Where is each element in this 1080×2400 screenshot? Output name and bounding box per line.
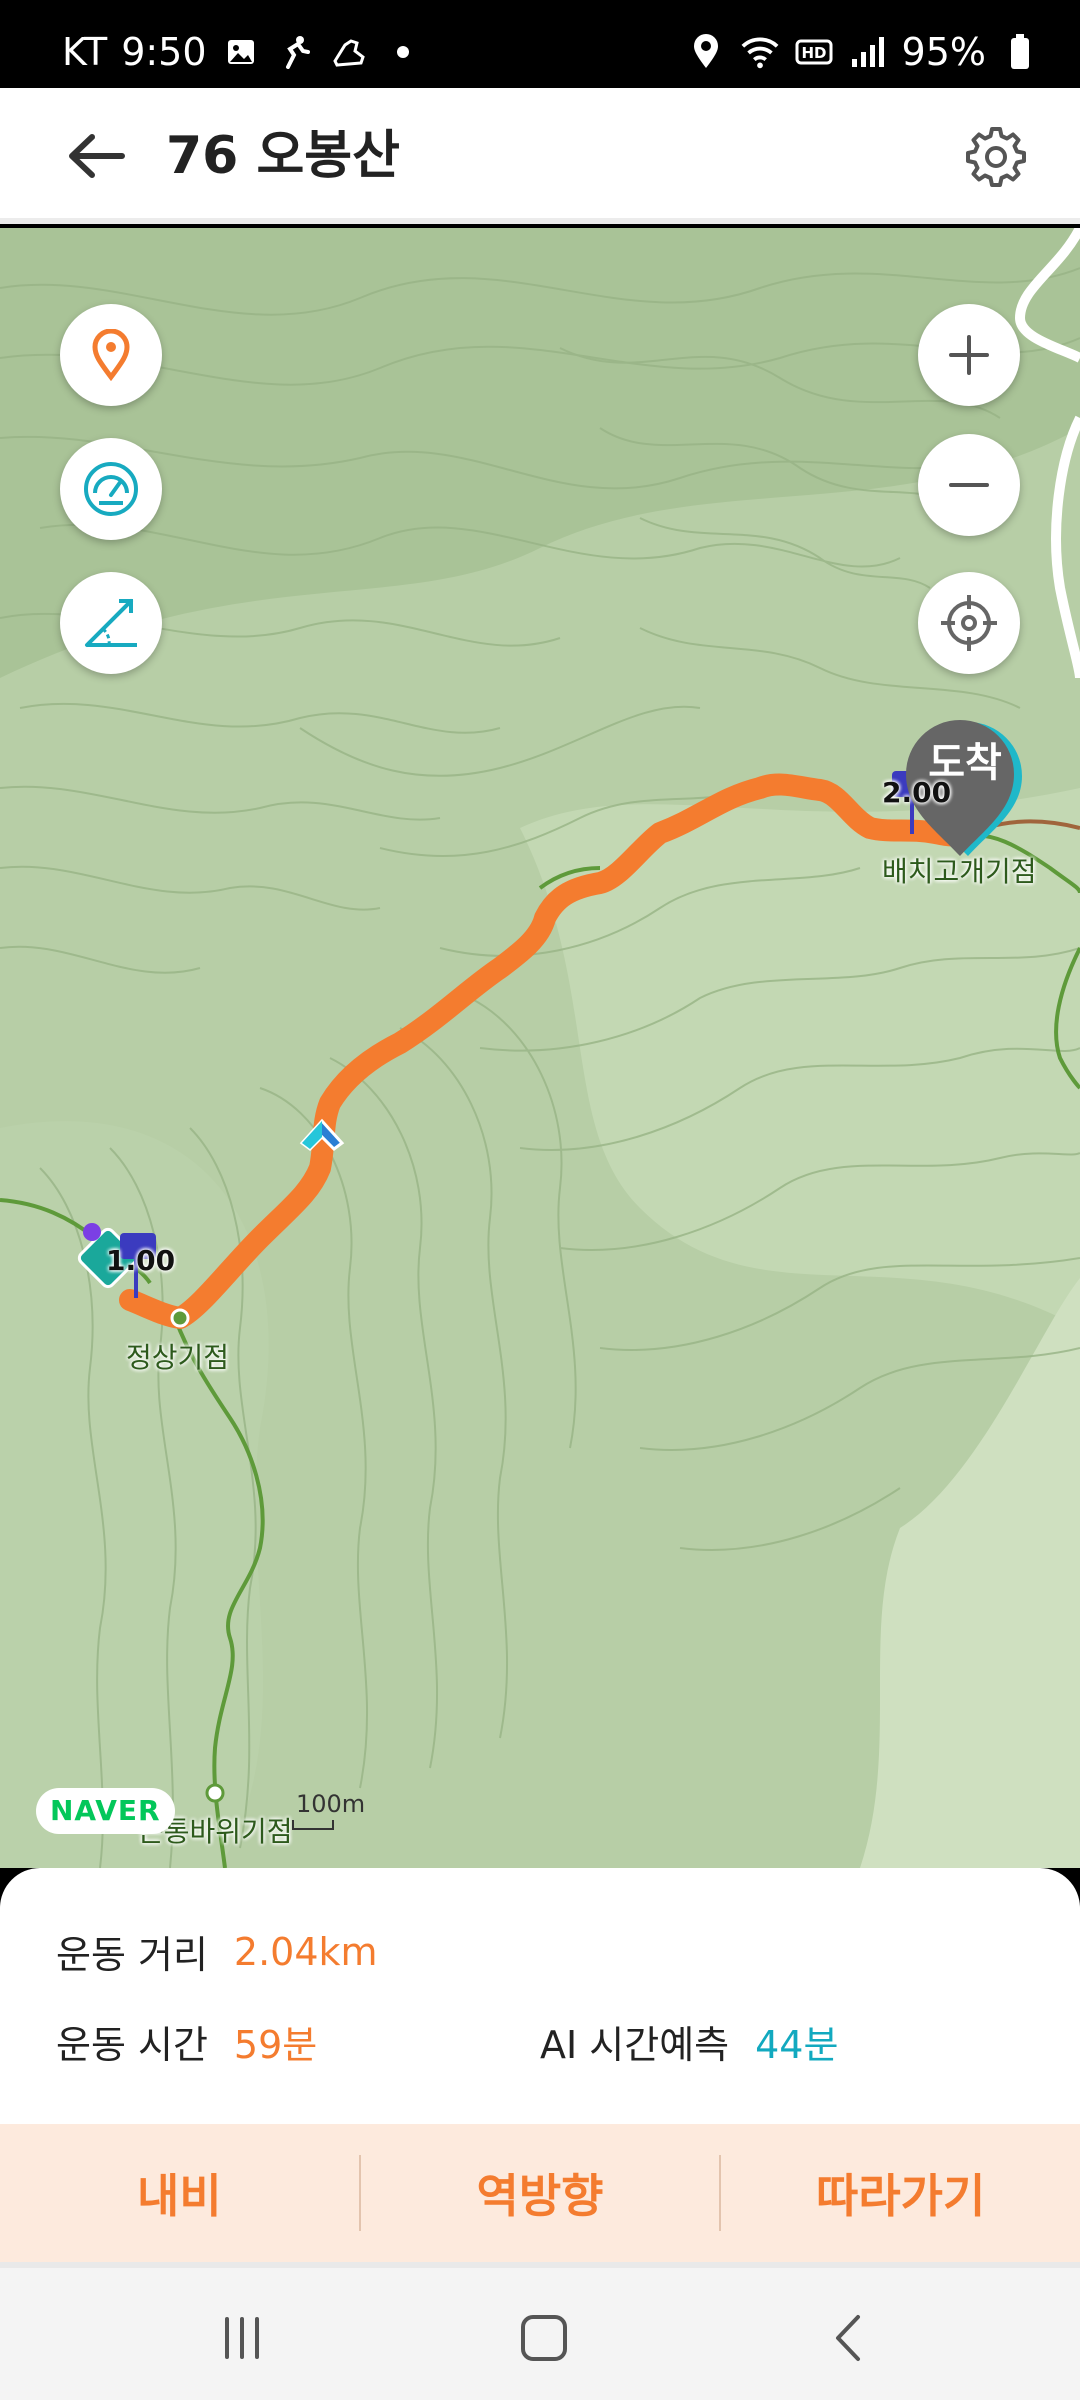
map-scale-label: 100m	[296, 1790, 366, 1818]
time-label: 운동 시간	[56, 2023, 208, 2067]
gallery-icon	[221, 32, 261, 72]
clock: 9:50	[121, 30, 207, 74]
locate-button[interactable]	[918, 572, 1020, 674]
waypoint-label-end[interactable]: 배치고개기점	[882, 850, 1037, 890]
waypoint-label-start[interactable]: 정상기점	[126, 1336, 229, 1376]
navigation-button[interactable]: 내비	[0, 2124, 359, 2262]
status-left: KT 9:50	[62, 30, 423, 74]
back-button[interactable]	[58, 118, 134, 194]
waypoint-dot-icon	[170, 1308, 190, 1328]
trail-point-icon	[83, 1223, 101, 1241]
carrier-label: KT	[62, 30, 108, 74]
status-right: HD 95%	[686, 30, 1040, 74]
speedometer-icon	[84, 462, 138, 516]
battery-icon	[1000, 32, 1040, 72]
reverse-button[interactable]: 역방향	[361, 2124, 720, 2262]
status-bar: KT 9:50 HD 95%	[0, 0, 1080, 88]
app-header: 76 오봉산	[0, 88, 1080, 224]
home-icon	[521, 2315, 567, 2361]
zoom-in-button[interactable]	[918, 304, 1020, 406]
back-arrow-icon	[69, 134, 125, 178]
svg-text:HD: HD	[801, 44, 826, 62]
page-title: 76 오봉산	[166, 126, 400, 186]
settings-button[interactable]	[958, 118, 1034, 194]
locate-crosshair-icon	[941, 595, 997, 651]
hd-icon: HD	[794, 32, 834, 72]
home-button[interactable]	[496, 2296, 592, 2380]
recent-apps-button[interactable]	[194, 2296, 290, 2380]
action-bar: 내비 역방향 따라가기	[0, 2124, 1080, 2262]
slope-icon	[85, 599, 137, 647]
location-pin-icon	[92, 329, 130, 381]
system-back-button[interactable]	[800, 2296, 896, 2380]
zoom-out-icon	[949, 483, 989, 487]
map-view[interactable]: 도착 1.00 2.00 정상기점 배치고개기점 큰통바위기점 NAVER 10…	[0, 228, 1080, 1868]
gear-icon	[966, 127, 1026, 187]
ai-estimate-value: 44분	[755, 2023, 839, 2067]
distance-label: 운동 거리	[56, 1933, 208, 1977]
running-icon	[275, 32, 315, 72]
follow-button[interactable]: 따라가기	[721, 2124, 1080, 2262]
info-panel: 운동 거리 2.04km 운동 시간 59분 AI 시간예측 44분	[0, 1868, 1080, 2124]
location-pin-button[interactable]	[60, 304, 162, 406]
zoom-in-icon	[949, 335, 989, 375]
dot-icon	[383, 32, 423, 72]
slope-button[interactable]	[60, 572, 162, 674]
waypoint-dot-icon	[205, 1783, 225, 1803]
km-marker-label: 2.00	[882, 776, 952, 809]
recent-apps-icon	[225, 2317, 259, 2359]
shoe-icon	[329, 32, 369, 72]
wifi-icon	[740, 32, 780, 72]
system-nav-bar	[0, 2262, 1080, 2400]
naver-logo: NAVER	[36, 1788, 175, 1834]
map-scale-bar	[292, 1820, 334, 1830]
back-icon	[836, 2315, 860, 2361]
time-value: 59분	[233, 2023, 318, 2067]
km-marker-label: 1.00	[106, 1244, 176, 1277]
signal-icon	[848, 32, 888, 72]
ai-estimate-label: AI 시간예측	[540, 2023, 730, 2067]
distance-row: 운동 거리 2.04km	[56, 1924, 378, 1979]
time-row: 운동 시간 59분	[56, 2014, 317, 2069]
zoom-out-button[interactable]	[918, 434, 1020, 536]
battery-percent: 95%	[901, 30, 986, 74]
speedometer-button[interactable]	[60, 438, 162, 540]
distance-value: 2.04km	[233, 1929, 378, 1974]
ai-estimate-row: AI 시간예측 44분	[540, 2014, 838, 2069]
location-icon	[686, 32, 726, 72]
